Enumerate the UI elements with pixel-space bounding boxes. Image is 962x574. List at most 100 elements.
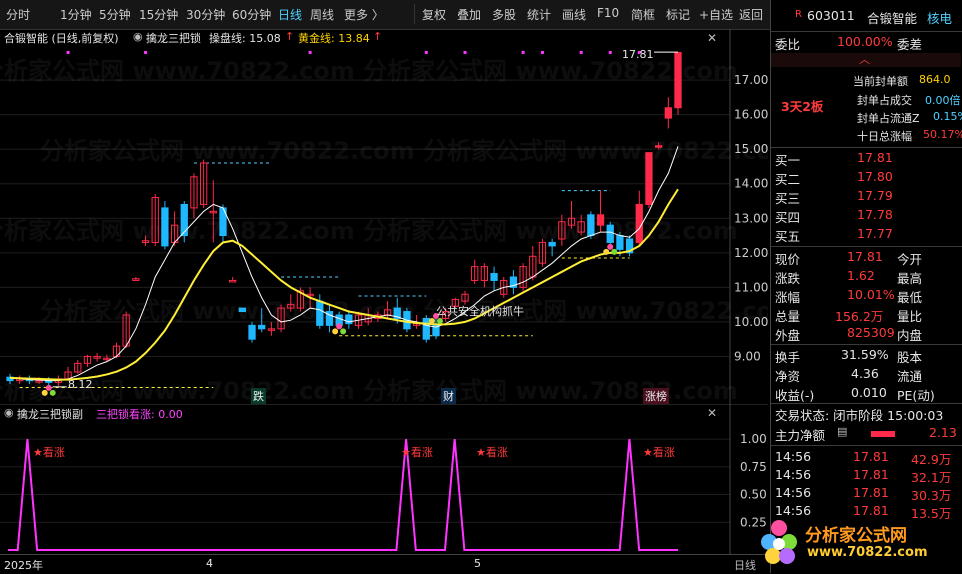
kline-svg[interactable]: 9.0010.0011.0012.0013.0014.0015.0016.001… xyxy=(0,29,768,404)
candle-body xyxy=(180,203,188,237)
stats-button[interactable]: 统计 xyxy=(527,6,551,23)
seal-item-label-3: 十日总涨幅 xyxy=(857,130,912,143)
signal-label-4: ★看涨 xyxy=(643,446,675,459)
collapse-up-icon[interactable]: ︿ xyxy=(859,51,870,67)
quote-row: 涨幅 10.01% 最低 xyxy=(775,287,961,305)
quote-label-2: 最高 xyxy=(897,271,923,286)
candle-body xyxy=(258,324,266,330)
fuquan-button[interactable]: 复权 xyxy=(422,6,446,23)
multi-stock-button[interactable]: 多股 xyxy=(492,6,516,23)
sub-indicator-name[interactable]: 擒龙三把锁副 xyxy=(17,406,83,422)
overlay-button[interactable]: 叠加 xyxy=(457,6,481,23)
tab-weekly[interactable]: 周线 xyxy=(310,6,334,23)
tab-5min[interactable]: 5分钟 xyxy=(99,6,131,23)
candle-body xyxy=(248,324,256,340)
candle-body xyxy=(674,51,682,109)
tick-volume: 42.9万 xyxy=(911,452,952,467)
candle-body xyxy=(635,203,643,243)
quote2-label: 收益(-) xyxy=(775,388,815,403)
quote-value: 825309 xyxy=(847,325,895,340)
more-dropdown[interactable]: 更多 〉 xyxy=(344,6,384,23)
signal-dot xyxy=(608,51,612,54)
bid-row[interactable]: 买一 17.81 xyxy=(775,150,961,168)
event-badge-top-list[interactable]: 涨榜 xyxy=(643,388,669,404)
tab-15min[interactable]: 15分钟 xyxy=(139,6,178,23)
event-badge-finance[interactable]: 财 xyxy=(441,388,456,404)
sub-indicator-svg[interactable]: 0.250.500.751.00 xyxy=(0,404,768,554)
y-tick-label: 14.00 xyxy=(734,177,768,191)
back-button[interactable]: 返回 xyxy=(739,6,763,23)
add-watchlist-button[interactable]: +自选 xyxy=(699,6,733,23)
main-flow-bar xyxy=(871,431,895,437)
simple-frame-button[interactable]: 简框 xyxy=(631,6,655,23)
quote2-row: 净资 4.36 流通 xyxy=(775,366,961,384)
tick-row: 14:56 17.81 30.3万 xyxy=(775,485,961,503)
rank-r-icon: R xyxy=(795,9,802,20)
logo-title: 分析家公式网 xyxy=(805,526,907,546)
sub-indicator-panel[interactable]: 0.25 0.50 0.75 1.00 ◉ 擒龙三把锁副 三把锁看涨: 0.00 ✕ … xyxy=(0,404,768,554)
tab-daily[interactable]: 日线 xyxy=(278,6,302,23)
quote2-value: 0.010 xyxy=(851,385,887,400)
candle-body xyxy=(606,224,614,243)
y-tick-label: 0.50 xyxy=(740,488,767,502)
seal-item-label-1: 封单占成交 xyxy=(857,94,912,107)
f10-button[interactable]: F10 xyxy=(597,6,619,20)
signal-dot xyxy=(521,51,525,54)
bid-row[interactable]: 买五 17.77 xyxy=(775,226,961,244)
x-axis-unit: 日线 xyxy=(734,559,756,572)
cluster-dot xyxy=(340,328,347,335)
close-sub-panel-icon[interactable]: ✕ xyxy=(707,406,717,420)
bid-label: 买一 xyxy=(775,153,801,168)
indicator-toggle-icon[interactable]: ◉ xyxy=(133,30,143,43)
candle-body xyxy=(161,207,169,247)
quote-label: 涨跌 xyxy=(775,271,801,286)
indicator-name[interactable]: 擒龙三把锁 xyxy=(146,30,201,46)
y-tick-label: 13.00 xyxy=(734,211,768,225)
quote-value: 156.2万 xyxy=(835,309,884,324)
quote-label-2: 内盘 xyxy=(897,328,923,343)
draw-button[interactable]: 画线 xyxy=(562,6,586,23)
logo-url: www.70822.com xyxy=(807,545,928,560)
cluster-dot xyxy=(45,384,52,391)
quote-label-2: 量比 xyxy=(897,309,923,324)
sub-indicator-toggle-icon[interactable]: ◉ xyxy=(4,406,14,419)
cluster-dot xyxy=(611,248,618,255)
main-flow-label: 主力净额 xyxy=(775,428,826,443)
cluster-dot xyxy=(336,323,343,330)
tab-30min[interactable]: 30分钟 xyxy=(186,6,225,23)
quote-row: 总量 156.2万 量比 xyxy=(775,306,961,324)
bid-price: 17.81 xyxy=(857,150,893,165)
quote-label: 总量 xyxy=(775,309,801,324)
bid-row[interactable]: 买四 17.78 xyxy=(775,207,961,225)
tab-fenshi[interactable]: 分时 xyxy=(6,6,30,23)
tick-price: 17.81 xyxy=(853,485,889,500)
candle-body xyxy=(654,145,663,148)
y-tick-label: 11.00 xyxy=(734,280,768,294)
seal-item-value-0: 864.0 xyxy=(919,73,951,86)
event-badge-fall[interactable]: 跌 xyxy=(251,388,266,404)
quote2-row: 换手 31.59% 股本 xyxy=(775,347,961,365)
kline-chart[interactable]: 9.00 10.00 11.00 12.00 13.00 14.00 15.00 16.00 1… xyxy=(0,29,768,404)
signal-label-2: ★看涨 xyxy=(401,446,433,459)
main-flow-table-icon[interactable]: ▤ xyxy=(837,425,847,438)
bid-row[interactable]: 买二 17.80 xyxy=(775,169,961,187)
mark-button[interactable]: 标记 xyxy=(666,6,690,23)
tab-1min[interactable]: 1分钟 xyxy=(60,6,92,23)
collapse-bar[interactable]: ︿ xyxy=(771,53,961,67)
x-label-april: 4 xyxy=(206,557,213,570)
tab-60min[interactable]: 60分钟 xyxy=(232,6,271,23)
y-tick-label: 12.00 xyxy=(734,246,768,260)
bid-row[interactable]: 买三 17.79 xyxy=(775,188,961,206)
site-logo: 分析家公式网 www.70822.com xyxy=(757,514,947,572)
y-tick-label: 9.00 xyxy=(734,349,761,363)
chart-title: 合锻智能 (日线,前复权) xyxy=(4,32,119,45)
signal-label-1: ★看涨 xyxy=(33,446,65,459)
close-panel-icon[interactable]: ✕ xyxy=(707,31,717,45)
watermark-text: 分析家公式网 www.70822.com 分析家公式网 www.70822.co… xyxy=(40,137,768,165)
main-flow-value: 2.13 xyxy=(929,425,957,440)
quote2-label: 净资 xyxy=(775,369,801,384)
cluster-dot xyxy=(41,389,48,396)
seal-item-value-2: 0.15% xyxy=(933,110,962,123)
concept-tag[interactable]: 核电 xyxy=(927,8,952,27)
annotation-text: 公共安全机构抓牛 xyxy=(436,305,524,318)
